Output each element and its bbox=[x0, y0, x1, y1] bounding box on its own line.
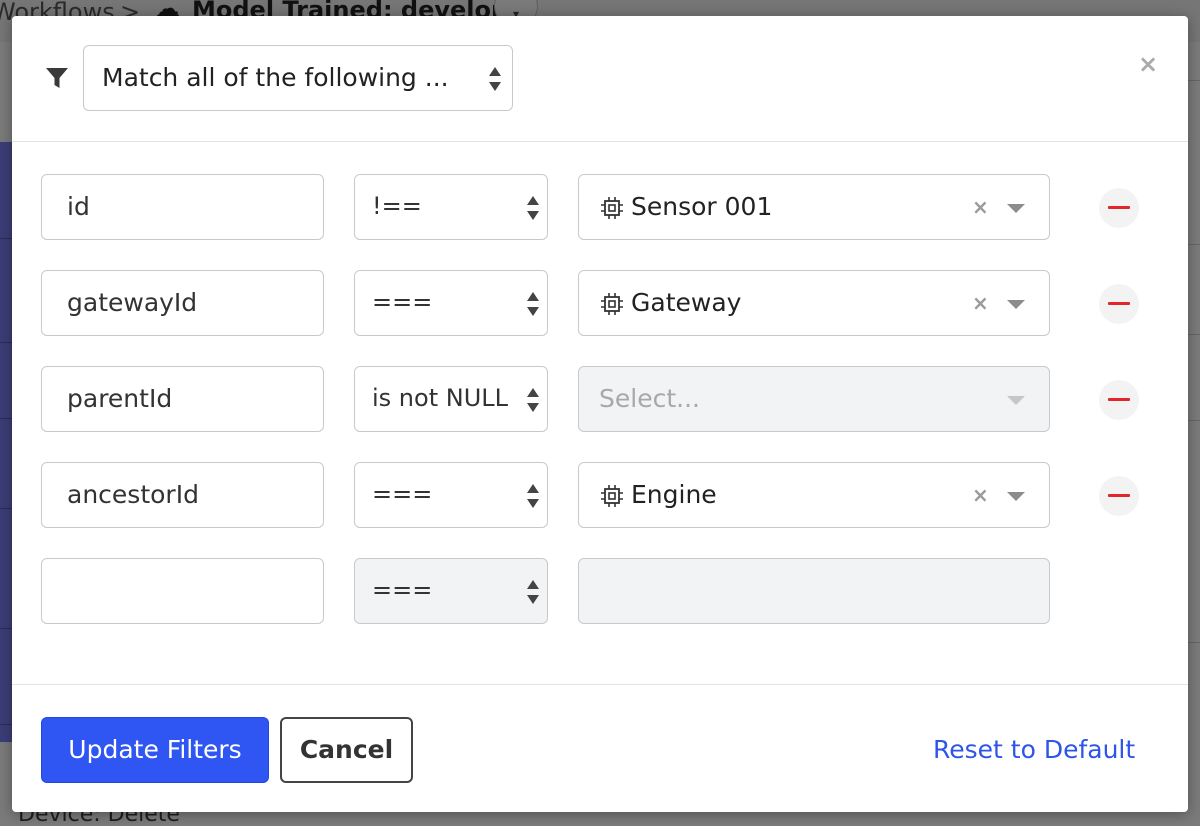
divider bbox=[0, 238, 12, 239]
field-input[interactable]: ancestorId bbox=[41, 462, 324, 528]
divider bbox=[1188, 80, 1200, 81]
filter-row: ancestorId === Engine × bbox=[12, 462, 1188, 528]
sort-arrows-icon bbox=[527, 196, 539, 220]
filter-row: id !== Sensor 001 × bbox=[12, 174, 1188, 240]
chevron-down-icon[interactable] bbox=[1007, 492, 1025, 501]
operator-select[interactable]: !== bbox=[354, 174, 548, 240]
modal-header: Match all of the following ... × bbox=[12, 16, 1188, 142]
value-select[interactable]: Sensor 001 × bbox=[578, 174, 1050, 240]
modal-footer: Update Filters Cancel Reset to Default bbox=[12, 684, 1188, 812]
divider bbox=[0, 508, 12, 509]
divider bbox=[1188, 642, 1200, 643]
filter-icon bbox=[46, 68, 68, 88]
field-input[interactable]: gatewayId bbox=[41, 270, 324, 336]
chevron-down-icon[interactable] bbox=[1007, 300, 1025, 309]
clear-icon[interactable]: × bbox=[972, 271, 989, 335]
divider bbox=[1188, 420, 1200, 421]
remove-row-button[interactable] bbox=[1099, 476, 1139, 516]
new-filter-row: === bbox=[12, 558, 1188, 624]
minus-icon bbox=[1108, 206, 1130, 209]
match-mode-select[interactable]: Match all of the following ... bbox=[83, 45, 513, 111]
chevron-down-icon[interactable] bbox=[1007, 204, 1025, 213]
value-label: Gateway bbox=[631, 288, 742, 317]
divider bbox=[0, 628, 12, 629]
divider bbox=[0, 342, 12, 343]
remove-row-button[interactable] bbox=[1099, 380, 1139, 420]
remove-row-button[interactable] bbox=[1099, 188, 1139, 228]
divider bbox=[0, 724, 12, 725]
filter-row: gatewayId === Gateway × bbox=[12, 270, 1188, 336]
divider bbox=[1188, 244, 1200, 245]
clear-icon[interactable]: × bbox=[972, 175, 989, 239]
minus-icon bbox=[1108, 302, 1130, 305]
filter-rows: id !== Sensor 001 × gatewayId === Gatewa… bbox=[12, 142, 1188, 684]
chevron-down-icon[interactable] bbox=[1007, 396, 1025, 405]
operator-select[interactable]: === bbox=[354, 558, 548, 624]
operator-select[interactable]: === bbox=[354, 462, 548, 528]
minus-icon bbox=[1108, 398, 1130, 401]
value-select[interactable]: Select... bbox=[578, 366, 1050, 432]
chip-icon bbox=[601, 485, 623, 507]
field-input[interactable] bbox=[41, 558, 324, 624]
value-label: Sensor 001 bbox=[631, 192, 773, 221]
close-icon[interactable]: × bbox=[1138, 50, 1158, 78]
match-mode-value: Match all of the following ... bbox=[102, 63, 449, 92]
operator-value: === bbox=[372, 480, 433, 508]
operator-value: === bbox=[372, 576, 433, 604]
clear-icon[interactable]: × bbox=[972, 463, 989, 527]
sort-arrows-icon bbox=[489, 67, 501, 91]
minus-icon bbox=[1108, 494, 1130, 497]
operator-value: is not NULL bbox=[372, 384, 508, 412]
value-input[interactable] bbox=[578, 558, 1050, 624]
sort-arrows-icon bbox=[527, 484, 539, 508]
operator-value: !== bbox=[372, 192, 422, 220]
sort-arrows-icon bbox=[527, 388, 539, 412]
background-sidebar bbox=[0, 142, 12, 742]
value-select[interactable]: Gateway × bbox=[578, 270, 1050, 336]
reset-to-default-link[interactable]: Reset to Default bbox=[933, 717, 1135, 783]
divider bbox=[0, 418, 12, 419]
chip-icon bbox=[601, 197, 623, 219]
chip-icon bbox=[601, 293, 623, 315]
value-label: Engine bbox=[631, 480, 717, 509]
update-filters-button[interactable]: Update Filters bbox=[41, 717, 269, 783]
sort-arrows-icon bbox=[527, 580, 539, 604]
divider bbox=[1188, 334, 1200, 335]
remove-row-button[interactable] bbox=[1099, 284, 1139, 324]
operator-select[interactable]: === bbox=[354, 270, 548, 336]
filter-row: parentId is not NULL Select... bbox=[12, 366, 1188, 432]
field-input[interactable]: id bbox=[41, 174, 324, 240]
field-input[interactable]: parentId bbox=[41, 366, 324, 432]
value-select[interactable]: Engine × bbox=[578, 462, 1050, 528]
operator-select[interactable]: is not NULL bbox=[354, 366, 548, 432]
sort-arrows-icon bbox=[527, 292, 539, 316]
cancel-button[interactable]: Cancel bbox=[280, 717, 413, 783]
operator-value: === bbox=[372, 288, 433, 316]
filter-modal: Match all of the following ... × id !== … bbox=[12, 16, 1188, 812]
value-placeholder: Select... bbox=[599, 384, 700, 413]
